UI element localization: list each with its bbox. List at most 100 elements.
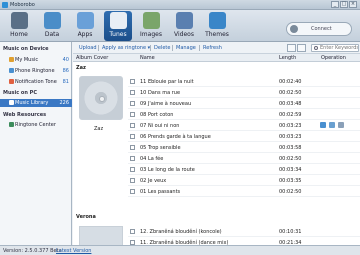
nav-label: Apps (77, 31, 93, 38)
track-length: 00:03:58 (279, 145, 302, 151)
library-icon (9, 100, 14, 105)
nav-home[interactable]: Home (5, 11, 33, 41)
nav-tunes[interactable]: Tunes (104, 11, 132, 41)
track-name: 06 Prends garde à ta langue (140, 134, 211, 140)
grid-view-icon[interactable] (297, 44, 306, 52)
list-view-icon[interactable] (287, 44, 296, 52)
album-cover (79, 76, 123, 120)
column-header-name[interactable]: Name (140, 55, 155, 61)
disc-icon (99, 96, 105, 102)
minimize-button[interactable]: _ (331, 1, 339, 8)
track-row[interactable]: 07 Ni oui ni non 00:03:23 (128, 120, 360, 131)
track-length: 00:03:35 (279, 178, 302, 184)
track-length: 00:02:40 (279, 79, 302, 85)
column-header-length[interactable]: Length (279, 55, 296, 61)
track-length: 00:03:34 (279, 167, 302, 173)
group-title: Verona (76, 214, 96, 220)
sidebar-item-count: 226 (59, 100, 69, 106)
track-checkbox[interactable] (130, 156, 135, 161)
track-name: 08 Port coton (140, 112, 174, 118)
track-checkbox[interactable] (130, 90, 135, 95)
sidebar-item-label: Ringtone Center (15, 122, 56, 128)
nav-videos[interactable]: Videos (170, 11, 198, 41)
nav-images[interactable]: Images (137, 11, 165, 41)
track-length: 00:10:31 (279, 229, 302, 235)
nav-label: Tunes (109, 31, 127, 38)
sidebar: Music on Device My Music 40 Phone Ringto… (0, 42, 72, 245)
nav-data[interactable]: Data (38, 11, 66, 41)
column-header-album-cover[interactable]: Album Cover (76, 55, 108, 61)
group-title: Zaz (76, 65, 86, 71)
track-checkbox[interactable] (130, 167, 135, 172)
apps-icon (76, 12, 94, 29)
sidebar-item-ringtone-center[interactable]: Ringtone Center (0, 121, 72, 129)
latest-version-link[interactable]: Latest Version (56, 248, 91, 254)
play-icon[interactable] (320, 122, 326, 128)
export-icon[interactable] (338, 122, 344, 128)
nav-label: Images (140, 31, 162, 38)
track-row[interactable]: 12. Zbraněná bloudění (koncole) 00:10:31 (128, 226, 360, 237)
refresh-button[interactable]: Refresh (203, 45, 222, 51)
sidebar-item-count: 81 (62, 79, 69, 85)
table-header: Album Cover Name Length Operation (73, 54, 360, 62)
search-box[interactable] (311, 44, 359, 52)
track-length: 00:02:59 (279, 112, 302, 118)
track-checkbox[interactable] (130, 123, 135, 128)
divider (98, 45, 99, 51)
sidebar-item-label: Music Library (15, 100, 49, 106)
track-checkbox[interactable] (130, 178, 135, 183)
apply-as-ringtone-button[interactable]: Apply as ringtone ▾ (102, 45, 150, 51)
status-bar: Version: 2.5.0.377 Beta Latest Version (0, 245, 360, 255)
notification-icon (9, 79, 14, 84)
maximize-button[interactable]: □ (340, 1, 348, 8)
search-input[interactable] (320, 45, 358, 51)
track-checkbox[interactable] (130, 112, 135, 117)
sidebar-item-phone-ringtone[interactable]: Phone Ringtone 86 (0, 67, 72, 75)
track-checkbox[interactable] (130, 145, 135, 150)
folder-icon (9, 57, 14, 62)
music-icon (109, 12, 127, 29)
track-checkbox[interactable] (130, 101, 135, 106)
track-row[interactable]: 05 Trop sensible 00:03:58 (128, 142, 360, 153)
track-checkbox[interactable] (130, 229, 135, 234)
track-name: 01 Les passants (140, 189, 181, 195)
nav-label: Data (44, 31, 60, 38)
track-row[interactable]: 01 Les passants 00:02:50 (128, 186, 360, 197)
track-row[interactable]: 11 Eblouie par la nuit 00:02:40 (128, 76, 360, 87)
sidebar-item-music-library[interactable]: Music Library 226 (0, 99, 72, 107)
track-row[interactable]: 09 J'aime à nouveau 00:03:48 (128, 98, 360, 109)
track-row[interactable]: 06 Prends garde à ta langue 00:03:23 (128, 131, 360, 142)
ringtone-icon (9, 68, 14, 73)
track-name: 02 Je veux (140, 178, 167, 184)
images-icon (142, 12, 160, 29)
close-button[interactable]: × (349, 1, 357, 8)
track-name: 05 Trop sensible (140, 145, 181, 151)
nav-apps[interactable]: Apps (71, 11, 99, 41)
column-header-operation[interactable]: Operation (321, 55, 346, 61)
track-length: 00:03:23 (279, 134, 302, 140)
sidebar-item-label: Phone Ringtone (15, 68, 55, 74)
connect-button[interactable]: Connect (286, 22, 352, 36)
nav-themes[interactable]: Themes (203, 11, 231, 41)
track-name: 04 La fée (140, 156, 164, 162)
sidebar-item-count: 40 (62, 57, 69, 63)
upload-button[interactable]: Upload (79, 45, 97, 51)
ringtone-set-icon[interactable] (329, 122, 335, 128)
track-checkbox[interactable] (130, 134, 135, 139)
track-checkbox[interactable] (130, 79, 135, 84)
track-row[interactable]: 10 Dans ma rue 00:02:50 (128, 87, 360, 98)
track-row[interactable]: 03 Le long de la route 00:03:34 (128, 164, 360, 175)
divider (172, 45, 173, 51)
track-row[interactable]: 02 Je veux 00:03:35 (128, 175, 360, 186)
sidebar-item-notification-tone[interactable]: Notification Tone 81 (0, 78, 72, 86)
sidebar-section-title: Music on PC (3, 90, 37, 96)
manage-button[interactable]: Manage (176, 45, 196, 51)
track-row[interactable]: 08 Port coton 00:02:59 (128, 109, 360, 120)
delete-button[interactable]: Delete (154, 45, 170, 51)
track-checkbox[interactable] (130, 189, 135, 194)
track-name: 11 Eblouie par la nuit (140, 79, 194, 85)
track-row[interactable]: 04 La fée 00:02:50 (128, 153, 360, 164)
track-length: 00:02:50 (279, 189, 302, 195)
sidebar-item-my-music[interactable]: My Music 40 (0, 56, 72, 64)
divider (199, 45, 200, 51)
